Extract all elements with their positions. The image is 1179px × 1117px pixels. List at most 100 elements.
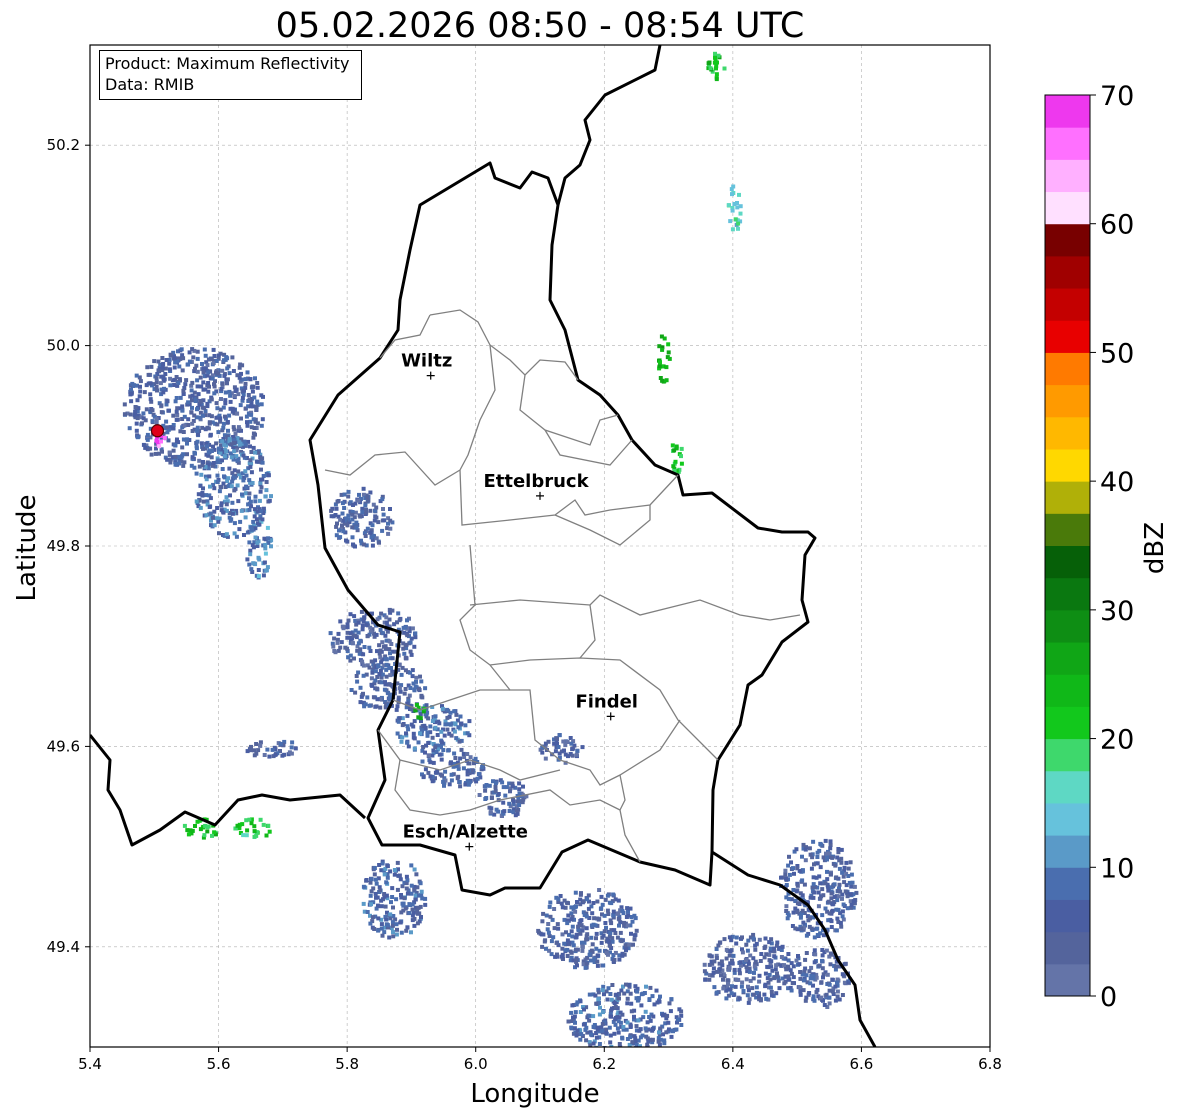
radar-pixel [154, 384, 159, 389]
radar-pixel [627, 942, 632, 947]
radar-pixel [555, 922, 560, 927]
colorbar-segment [1045, 481, 1090, 514]
radar-pixel [379, 922, 384, 927]
radar-pixel [447, 782, 452, 787]
radar-pixel [804, 973, 809, 978]
radar-pixel [772, 946, 777, 951]
radar-pixel [583, 965, 588, 970]
radar-pixel [658, 994, 662, 999]
radar-pixel [730, 208, 735, 213]
radar-pixel [842, 865, 847, 870]
x-tick-label: 6.6 [849, 1055, 873, 1073]
radar-pixel [251, 545, 256, 550]
radar-pixel [458, 756, 463, 761]
radar-pixel [374, 881, 379, 886]
radar-pixel [565, 947, 570, 952]
radar-pixel [753, 943, 758, 948]
radar-pixel [536, 928, 541, 933]
radar-pixel [369, 889, 374, 894]
radar-pixel [150, 419, 155, 424]
radar-pixel [218, 416, 223, 421]
radar-pixel [374, 505, 379, 510]
radar-pixel [828, 839, 833, 844]
x-tick-label: 6.8 [978, 1055, 1002, 1073]
radar-pixel [384, 615, 389, 620]
radar-pixel [262, 560, 267, 565]
radar-pixel [839, 860, 844, 865]
radar-pixel [609, 901, 614, 906]
radar-pixel [632, 933, 637, 938]
radar-pixel [567, 940, 572, 945]
radar-pixel [372, 866, 377, 870]
radar-pixel [798, 970, 803, 974]
radar-pixel [155, 388, 159, 393]
radar-pixel [639, 1049, 643, 1053]
radar-pixel [507, 801, 512, 806]
radar-pixel [224, 502, 229, 507]
radar-pixel [387, 639, 392, 644]
radar-pixel [738, 960, 743, 965]
radar-pixel [202, 405, 207, 410]
radar-pixel [377, 540, 381, 545]
radar-pixel [198, 827, 203, 832]
radar-pixel [838, 889, 843, 894]
radar-pixel [208, 484, 212, 489]
radar-pixel [616, 996, 621, 1001]
radar-pixel [255, 459, 260, 464]
radar-pixel [573, 1020, 577, 1025]
radar-pixel [164, 419, 169, 424]
radar-pixel [338, 645, 343, 650]
radar-pixel [195, 378, 200, 383]
radar-pixel [414, 675, 419, 680]
radar-pixel [382, 930, 387, 935]
radar-pixel [791, 975, 796, 980]
radar-pixel [489, 796, 494, 800]
radar-pixel [174, 417, 179, 422]
radar-pixel [391, 934, 396, 939]
radar-pixel [244, 485, 249, 490]
radar-pixel [250, 389, 255, 394]
radar-pixel [390, 608, 395, 613]
radar-pixel [811, 875, 816, 880]
radar-pixel [736, 977, 741, 982]
radar-pixel [245, 420, 249, 425]
radar-pixel [190, 405, 194, 410]
radar-pixel [733, 984, 738, 989]
radar-pixel [703, 977, 708, 982]
radar-pixel [254, 742, 259, 746]
radar-pixel [827, 1001, 832, 1006]
radar-pixel [583, 1027, 588, 1032]
radar-pixel [708, 66, 713, 71]
radar-pixel [224, 449, 229, 454]
radar-pixel [439, 757, 444, 762]
radar-pixel [840, 870, 845, 875]
radar-pixel [400, 723, 405, 728]
radar-pixel [372, 872, 377, 877]
radar-pixel [360, 659, 365, 664]
radar-pixel [578, 1037, 583, 1042]
radar-pixel [208, 496, 213, 501]
radar-pixel [362, 645, 367, 649]
radar-pixel [338, 517, 343, 522]
radar-pixel [388, 869, 393, 874]
y-tick-label: 49.4 [47, 938, 80, 956]
radar-pixel [342, 492, 347, 497]
radar-pixel [656, 1039, 661, 1044]
radar-pixel [772, 976, 777, 981]
radar-pixel [449, 772, 454, 777]
x-tick-label: 5.4 [78, 1055, 102, 1073]
radar-pixel [846, 866, 851, 871]
radar-pixel [610, 936, 615, 941]
radar-pixel [818, 896, 823, 901]
radar-pixel [772, 954, 777, 959]
radar-pixel [176, 380, 181, 385]
radar-pixel [267, 829, 272, 834]
radar-pixel [217, 489, 222, 494]
colorbar-tick-label: 20 [1100, 725, 1134, 756]
radar-pixel [540, 919, 545, 924]
radar-pixel [160, 356, 165, 360]
radar-pixel [743, 958, 748, 963]
radar-pixel [849, 872, 854, 877]
radar-pixel [562, 748, 566, 753]
radar-pixel [161, 390, 166, 395]
